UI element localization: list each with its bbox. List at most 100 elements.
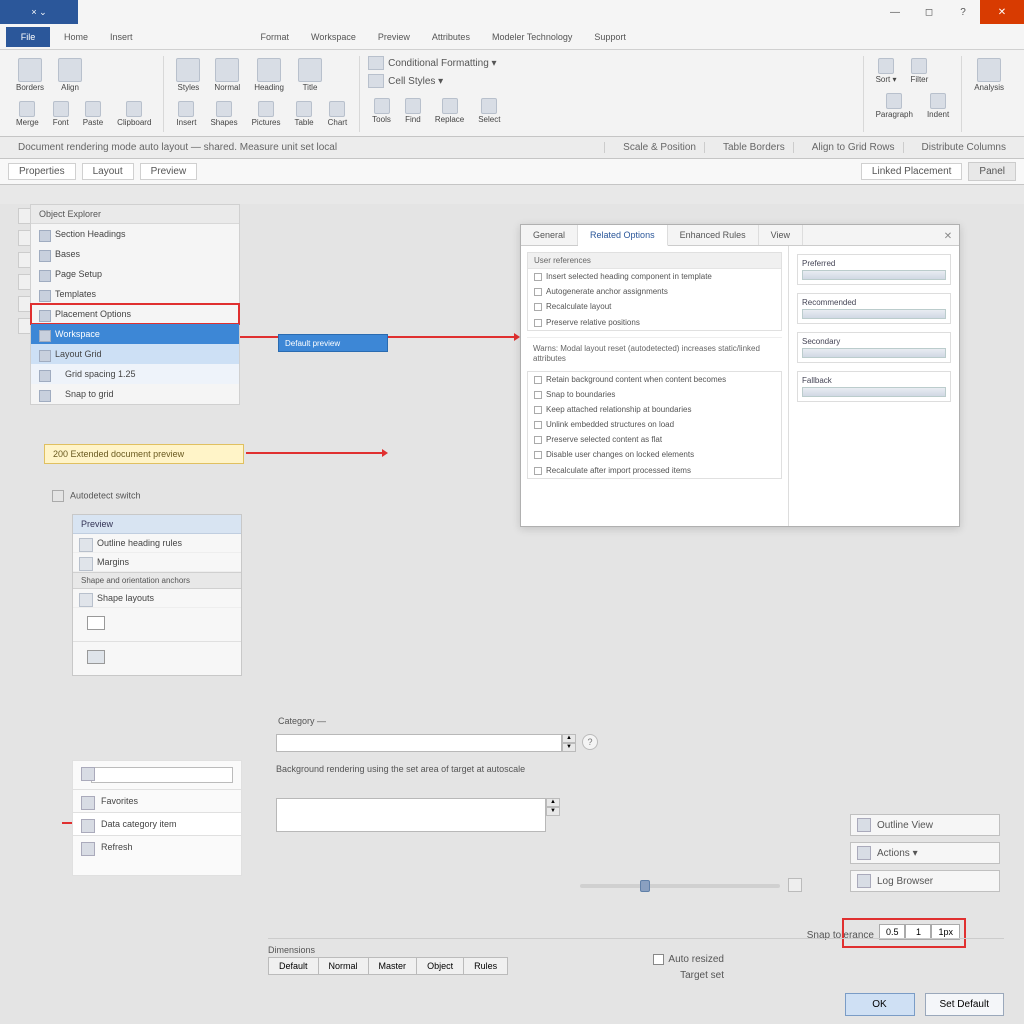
ribbon-replace-button[interactable]: Replace [431,96,468,127]
ribbon-tools-button[interactable]: Tools [368,96,395,127]
chip-normal[interactable]: Normal [319,957,369,975]
ribbon-paragraph-button[interactable]: Paragraph [872,91,917,122]
window-close-icon[interactable]: ✕ [980,0,1024,24]
ribbon-condfmt-line[interactable]: Conditional Formatting ▾ [368,56,854,70]
spinner-down-icon[interactable]: ▼ [562,743,576,752]
ribbon-table-button[interactable]: Table [290,99,317,130]
dialog-opt-s2-6[interactable]: Recalculate after import processed items [528,463,781,478]
dialog-tab-general[interactable]: General [521,225,578,245]
nav-item-sections[interactable]: Section Headings [31,224,239,244]
ribbon-pictures-button[interactable]: Pictures [248,99,285,130]
set-default-button[interactable]: Set Default [925,993,1004,1016]
chip-master[interactable]: Master [369,957,418,975]
prop-shape-layouts[interactable]: Shape layouts [73,589,241,608]
window-minimize-icon[interactable]: ― [878,0,912,24]
dialog-opt-s1-0[interactable]: Insert selected heading component in tem… [528,269,781,284]
dialog-opt-s1-1[interactable]: Autogenerate anchor assignments [528,284,781,299]
nav-item-placement[interactable]: Placement Options [31,304,239,324]
ctx-seg-0[interactable]: Properties [8,163,76,180]
ctx-panel-tab[interactable]: Panel [968,162,1016,181]
lowlist-category[interactable]: Data category item [72,813,242,836]
dialog-preview-card-1[interactable]: Recommended [797,293,951,324]
chip-object[interactable]: Object [417,957,464,975]
br-actions[interactable]: Actions ▾ [850,842,1000,864]
ribbon-select-button[interactable]: Select [474,96,504,127]
ribbon-cellstyles-line[interactable]: Cell Styles ▾ [368,74,854,88]
ribbon-shapes-button[interactable]: Shapes [206,99,241,130]
tab-attributes[interactable]: Attributes [424,28,478,46]
prop-margins[interactable]: Margins [73,553,241,572]
tab-modeler[interactable]: Modeler Technology [484,28,580,46]
ribbon-chart-button[interactable]: Chart [324,99,352,130]
ribbon-sort-button[interactable]: Sort ▾ [872,56,901,87]
window-maximize-icon[interactable]: ◻ [912,0,946,24]
color-swatch-1[interactable] [87,616,105,630]
ribbon-clipboard-button[interactable]: Clipboard [113,99,155,130]
tab-format[interactable]: Format [253,28,298,46]
dialog-opt-s2-4[interactable]: Preserve selected content as flat [528,432,781,447]
ribbon-font-button[interactable]: Font [49,99,73,130]
dialog-opt-s2-1[interactable]: Snap to boundaries [528,387,781,402]
ribbon-indent-button[interactable]: Indent [923,91,953,122]
dialog-opt-s2-2[interactable]: Keep attached relationship at boundaries [528,402,781,417]
dialog-tab-enhanced[interactable]: Enhanced Rules [668,225,759,245]
dialog-opt-s2-5[interactable]: Disable user changes on locked elements [528,447,781,462]
prop-outline-rules[interactable]: Outline heading rules [73,534,241,553]
nav-sub-snap[interactable]: Snap to grid [31,384,239,404]
category-help-icon[interactable]: ? [582,734,598,750]
ribbon-insert-button[interactable]: Insert [172,99,200,130]
ribbon-styles-button[interactable]: Styles [172,56,204,95]
nav-sub-spacing[interactable]: Grid spacing 1.25 [31,364,239,384]
secondary-input[interactable] [276,798,546,832]
dialog-tab-view[interactable]: View [759,225,803,245]
dialog-opt-s2-3[interactable]: Unlink embedded structures on load [528,417,781,432]
chip-rules[interactable]: Rules [464,957,508,975]
ribbon-merge-button[interactable]: Merge [12,99,43,130]
dialog-opt-s1-2[interactable]: Recalculate layout [528,299,781,314]
quick-access-toolbar[interactable]: × ⌄ [0,0,78,24]
spinner-up-icon[interactable]: ▲ [546,798,560,807]
nav-item-pagesetup[interactable]: Page Setup [31,264,239,284]
category-spinner[interactable]: ▲▼ [562,734,576,752]
search-row[interactable] [72,760,242,790]
dialog-tab-related[interactable]: Related Options [578,225,668,246]
br-outline-view[interactable]: Outline View [850,814,1000,836]
tab-insert[interactable]: Insert [102,28,141,46]
ribbon-paste-button[interactable]: Paste [79,99,107,130]
nav-item-layoutgrid[interactable]: Layout Grid [31,344,239,364]
autodetect-checkbox-row[interactable]: Autodetect switch [44,486,204,506]
dialog-preview-card-3[interactable]: Fallback [797,371,951,402]
ribbon-analysis-button[interactable]: Analysis [970,56,1008,95]
ribbon-borders-button[interactable]: Borders [12,56,48,95]
ribbon-heading-button[interactable]: Heading [250,56,288,95]
secondary-spinner[interactable]: ▲▼ [546,798,560,816]
br-log-browser[interactable]: Log Browser [850,870,1000,892]
tab-home[interactable]: Home [56,28,96,46]
zoom-slider[interactable] [580,884,780,888]
search-input[interactable] [91,767,233,783]
lowlist-favorites[interactable]: Favorites [72,790,242,813]
chip-default[interactable]: Default [268,957,319,975]
slider-knob[interactable] [640,880,650,892]
nav-item-templates[interactable]: Templates [31,284,239,304]
tab-support[interactable]: Support [586,28,634,46]
ctx-seg-1[interactable]: Layout [82,163,134,180]
nav-item-bases[interactable]: Bases [31,244,239,264]
ribbon-find-button[interactable]: Find [401,96,425,127]
file-tab[interactable]: File [6,27,50,47]
tab-workspace[interactable]: Workspace [303,28,364,46]
ribbon-align-button[interactable]: Align [54,56,86,95]
color-swatch-2[interactable] [87,650,105,664]
dialog-opt-s2-0[interactable]: Retain background content when content b… [528,372,781,387]
category-input[interactable] [276,734,562,752]
spinner-up-icon[interactable]: ▲ [562,734,576,743]
window-help-icon[interactable]: ? [946,0,980,24]
ribbon-filter-button[interactable]: Filter [907,56,933,87]
tab-preview[interactable]: Preview [370,28,418,46]
ctx-seg-2[interactable]: Preview [140,163,198,180]
nav-item-workspace[interactable]: Workspace [31,324,239,344]
ctx-seg-3[interactable]: Linked Placement [861,163,963,180]
ribbon-title-button[interactable]: Title [294,56,326,95]
lowlist-refresh[interactable]: Refresh [72,836,242,876]
dialog-close-icon[interactable]: ✕ [941,229,955,243]
